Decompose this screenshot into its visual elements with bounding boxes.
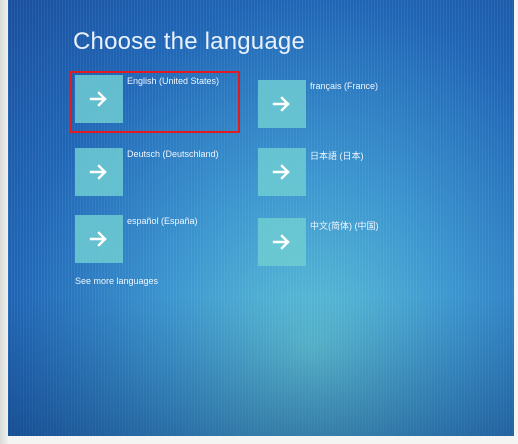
language-tile-chinese[interactable]: 中文(简体) (中国) xyxy=(258,218,428,270)
language-tile-english[interactable]: English (United States) xyxy=(70,71,245,133)
language-label: français (France) xyxy=(310,81,379,91)
arrow-right-icon xyxy=(88,161,110,183)
tile-icon-box xyxy=(75,215,123,263)
tile-icon-box xyxy=(75,148,123,196)
arrow-right-icon xyxy=(88,88,110,110)
language-label: 日本語 (日本) xyxy=(310,151,364,161)
language-tile-japanese[interactable]: 日本語 (日本) xyxy=(258,148,428,200)
language-tile-french[interactable]: français (France) xyxy=(258,80,428,132)
frame-edge xyxy=(0,0,8,444)
arrow-right-icon xyxy=(271,161,293,183)
see-more-languages-link[interactable]: See more languages xyxy=(75,276,158,286)
language-label: Deutsch (Deutschland) xyxy=(127,149,219,159)
language-tile-spanish[interactable]: español (España) xyxy=(75,215,245,267)
language-label: español (España) xyxy=(127,216,198,226)
tile-icon-box xyxy=(258,218,306,266)
language-label: English (United States) xyxy=(127,76,220,86)
arrow-right-icon xyxy=(271,231,293,253)
language-label: 中文(简体) (中国) xyxy=(310,221,379,231)
tile-icon-box xyxy=(258,80,306,128)
page-title: Choose the language xyxy=(73,28,305,55)
arrow-right-icon xyxy=(88,228,110,250)
tile-icon-box xyxy=(75,75,123,123)
setup-screen: Choose the language English (United Stat… xyxy=(8,0,514,436)
arrow-right-icon xyxy=(271,93,293,115)
language-tile-german[interactable]: Deutsch (Deutschland) xyxy=(75,148,245,200)
photo-frame: Choose the language English (United Stat… xyxy=(0,0,518,444)
tile-icon-box xyxy=(258,148,306,196)
